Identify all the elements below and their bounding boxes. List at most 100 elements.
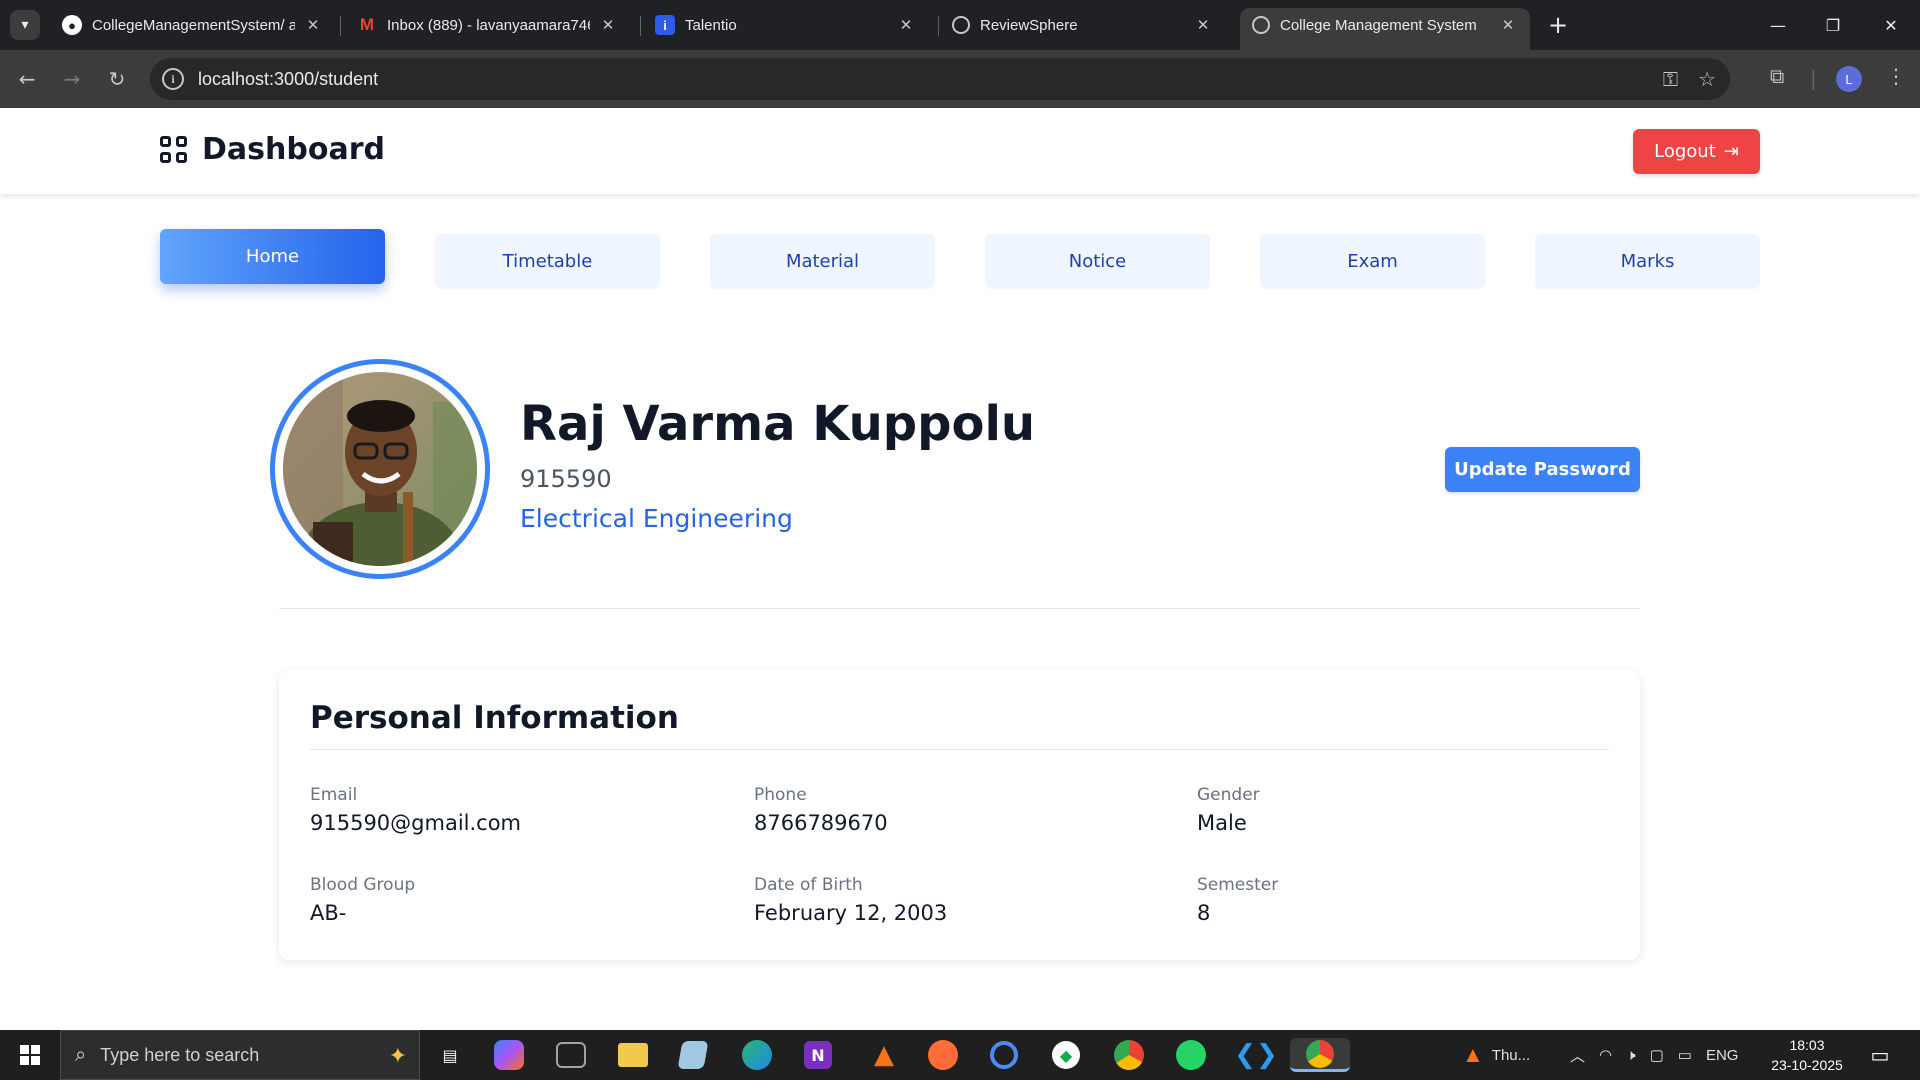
globe-icon <box>1252 16 1270 34</box>
nav-material[interactable]: Material <box>710 234 935 289</box>
postman-icon[interactable] <box>928 1040 958 1070</box>
minimize-window-icon[interactable]: — <box>1758 8 1798 42</box>
speaker-muted-icon[interactable]: 🕨 <box>1626 1047 1635 1064</box>
system-tray: ︿ ◠ 🕨 ▢ ▭ ENG <box>1570 1030 1738 1080</box>
tab-separator <box>640 16 641 36</box>
taskbar-clock[interactable]: 18:03 23-10-2025 <box>1767 1035 1847 1075</box>
site-info-icon[interactable]: i <box>162 68 184 90</box>
nav-home[interactable]: Home <box>160 229 385 284</box>
bookmark-star-icon[interactable]: ☆ <box>1698 67 1716 91</box>
terminal-app-icon[interactable] <box>556 1042 586 1068</box>
vscode-icon[interactable]: ❮❯ <box>1234 1038 1278 1072</box>
battery-icon[interactable]: ▭ <box>1678 1046 1692 1064</box>
tab-search-dropdown[interactable]: ▾ <box>10 10 40 40</box>
whatsapp-icon[interactable] <box>1176 1040 1206 1070</box>
browser-tab-talentio[interactable]: i Talentio ✕ <box>643 8 928 42</box>
tab-separator <box>340 16 341 36</box>
chromium-icon[interactable] <box>990 1041 1018 1069</box>
nav-timetable[interactable]: Timetable <box>435 234 660 289</box>
gmail-icon: M <box>359 15 375 34</box>
profile-avatar[interactable]: L <box>1836 66 1862 92</box>
field-value: 915590@gmail.com <box>310 811 522 835</box>
tab-title: ReviewSphere <box>980 16 1078 34</box>
wifi-icon[interactable]: ◠ <box>1599 1046 1612 1064</box>
clock-time: 18:03 <box>1789 1037 1825 1053</box>
field-date-of-birth: Date of Birth February 12, 2003 <box>754 875 947 925</box>
back-arrow-icon[interactable]: ← <box>12 64 42 94</box>
chrome-icon[interactable] <box>1114 1040 1144 1070</box>
brand: Dashboard <box>160 132 385 167</box>
talentio-icon: i <box>655 15 675 35</box>
field-phone: Phone 8766789670 <box>754 785 888 835</box>
nav-marks[interactable]: Marks <box>1535 234 1760 289</box>
card-title: Personal Information <box>310 700 679 736</box>
github-icon: ● <box>62 15 82 35</box>
password-key-icon[interactable]: ⚿ <box>1663 67 1678 91</box>
close-tab-icon[interactable]: ✕ <box>1193 16 1213 34</box>
reload-icon[interactable]: ↻ <box>102 64 132 94</box>
logout-arrow-icon: ⇥ <box>1723 141 1739 162</box>
taskbar-search[interactable]: ⌕ Type here to search ✦ <box>60 1030 420 1080</box>
field-label: Date of Birth <box>754 875 863 895</box>
onenote-icon[interactable]: N <box>804 1041 832 1069</box>
search-placeholder: Type here to search <box>100 1044 260 1065</box>
notification-icon[interactable]: ▭ <box>1862 1038 1898 1072</box>
student-name: Raj Varma Kuppolu <box>520 396 1036 452</box>
chevron-up-icon[interactable]: ︿ <box>1570 1045 1585 1066</box>
field-value: 8766789670 <box>754 811 888 835</box>
forward-arrow-icon[interactable]: → <box>57 64 87 94</box>
windows-start-icon[interactable] <box>0 1030 60 1080</box>
toolbar-divider: | <box>1810 66 1817 90</box>
restore-window-icon[interactable]: ❐ <box>1813 8 1853 42</box>
browser-tab-bar: ▾ ● CollegeManagementSystem/ at ✕ M Inbo… <box>0 0 1920 50</box>
task-view-icon[interactable]: ▤ <box>432 1038 468 1072</box>
tab-title: CollegeManagementSystem/ at <box>92 16 295 34</box>
field-gender: Gender Male <box>1197 785 1260 835</box>
vlc-icon[interactable]: ▲ <box>866 1038 902 1072</box>
update-password-button[interactable]: Update Password <box>1445 447 1640 492</box>
notes-app-icon[interactable] <box>677 1041 709 1069</box>
weather-widget[interactable]: ▲ Thu... <box>1462 1030 1530 1080</box>
address-url[interactable]: localhost:3000/student <box>198 69 378 90</box>
field-value: AB- <box>310 901 347 925</box>
card-divider <box>310 749 1609 750</box>
profile-photo <box>283 372 477 566</box>
close-tab-icon[interactable]: ✕ <box>1498 16 1518 34</box>
browser-tab-college-management[interactable]: College Management System ✕ <box>1240 8 1530 50</box>
field-label: Semester <box>1197 875 1279 895</box>
close-tab-icon[interactable]: ✕ <box>303 16 323 34</box>
personal-info-card: Personal Information Email 915590@gmail.… <box>279 670 1640 960</box>
copilot-app-icon[interactable] <box>494 1040 524 1070</box>
browser-menu-icon[interactable]: ⋮ <box>1886 64 1906 88</box>
browser-tab-github[interactable]: ● CollegeManagementSystem/ at ✕ <box>50 8 335 42</box>
new-tab-button[interactable]: + <box>1543 10 1573 40</box>
tab-separator <box>938 16 939 36</box>
student-branch: Electrical Engineering <box>520 504 793 533</box>
enrollment-number: 915590 <box>520 465 612 493</box>
close-tab-icon[interactable]: ✕ <box>896 16 916 34</box>
mongodb-icon[interactable]: ◆ <box>1052 1041 1080 1069</box>
close-window-icon[interactable]: ✕ <box>1871 8 1911 42</box>
logout-label: Logout <box>1654 141 1716 162</box>
file-explorer-icon[interactable] <box>618 1043 648 1067</box>
edge-browser-icon[interactable] <box>742 1040 772 1070</box>
section-divider <box>279 608 1640 609</box>
nav-notice[interactable]: Notice <box>985 234 1210 289</box>
meet-icon[interactable]: ▢ <box>1650 1046 1664 1064</box>
address-bar[interactable]: i localhost:3000/student ⚿ ☆ <box>150 58 1730 100</box>
dashboard-grid-icon <box>160 135 188 164</box>
tab-title: Inbox (889) - lavanyaamara746 <box>387 16 590 34</box>
close-tab-icon[interactable]: ✕ <box>598 16 618 34</box>
nav-exam[interactable]: Exam <box>1260 234 1485 289</box>
field-value: 8 <box>1197 901 1211 925</box>
language-indicator[interactable]: ENG <box>1706 1047 1739 1064</box>
browser-tab-gmail[interactable]: M Inbox (889) - lavanyaamara746 ✕ <box>345 8 630 42</box>
extensions-puzzle-icon[interactable]: ⧉ <box>1770 64 1784 88</box>
browser-tab-reviewsphere[interactable]: ReviewSphere ✕ <box>940 8 1225 42</box>
globe-icon <box>952 16 970 34</box>
copilot-sparkle-icon: ✦ <box>388 1043 407 1068</box>
field-blood-group: Blood Group AB- <box>310 875 415 925</box>
logout-button[interactable]: Logout ⇥ <box>1633 129 1760 174</box>
field-semester: Semester 8 <box>1197 875 1278 925</box>
chrome-active-icon[interactable] <box>1290 1038 1350 1072</box>
